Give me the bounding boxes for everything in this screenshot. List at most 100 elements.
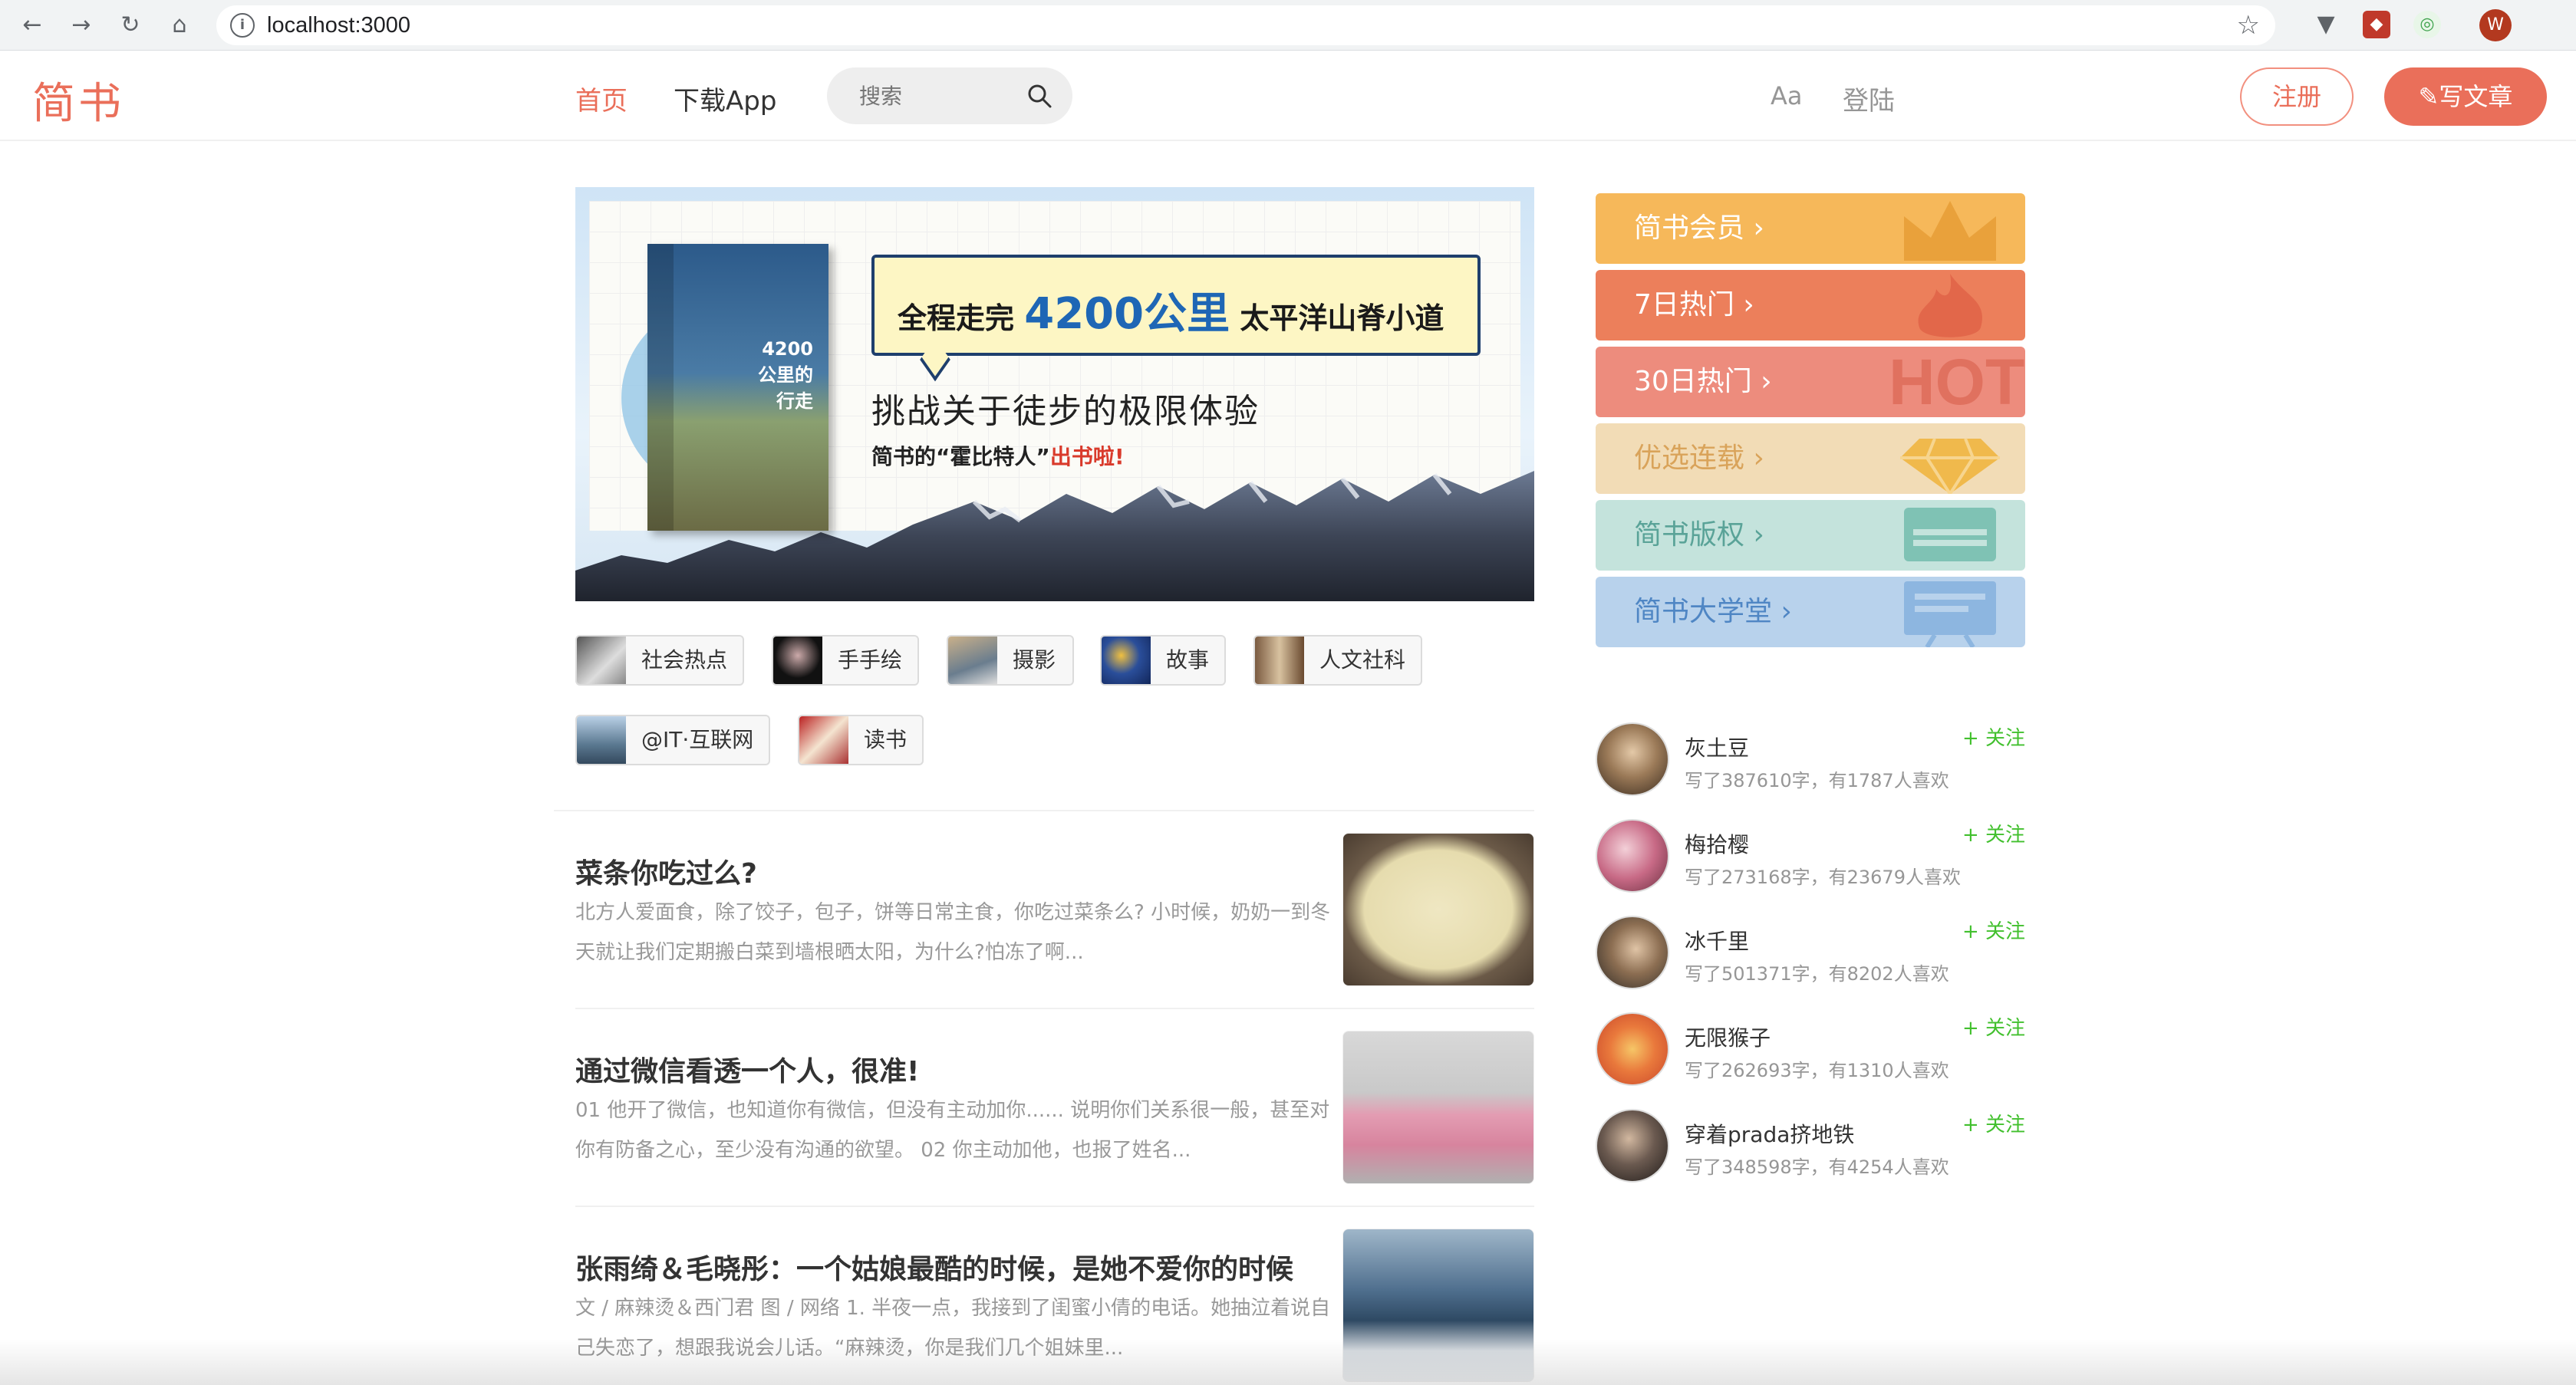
topic-tag-it-internet[interactable]: @IT·互联网 bbox=[575, 715, 770, 765]
author-stats: 写了501371字，有8202人喜欢 bbox=[1685, 963, 1949, 985]
login-link[interactable]: 登陆 bbox=[1843, 80, 1895, 117]
recommended-author[interactable]: 灰土豆 写了387610字，有1787人喜欢 + 关注 bbox=[1596, 722, 2025, 807]
author-name[interactable]: 灰土豆 bbox=[1685, 732, 1749, 762]
avatar[interactable] bbox=[1596, 1012, 1669, 1086]
topic-name: 手手绘 bbox=[838, 647, 903, 673]
register-button[interactable]: 注册 bbox=[2240, 67, 2354, 126]
topic-tag-humanities[interactable]: 人文社科 bbox=[1253, 635, 1422, 686]
bubble-headline: 全程走完 4200公里 太平洋山脊小道 bbox=[898, 279, 1444, 341]
topic-name: 故事 bbox=[1166, 647, 1210, 673]
book-cover-image: 4200 公里的 行走 bbox=[647, 244, 828, 531]
avatar[interactable] bbox=[1596, 916, 1669, 989]
pen-icon: ✎ bbox=[2418, 82, 2439, 111]
topic-thumbnail bbox=[1102, 637, 1151, 684]
list-divider bbox=[575, 1206, 1534, 1207]
bookmark-star-icon[interactable]: ☆ bbox=[2237, 10, 2260, 41]
topic-thumbnail bbox=[799, 716, 848, 764]
recommended-author[interactable]: 梅拾樱 写了273168字，有23679人喜欢 + 关注 bbox=[1596, 819, 2025, 903]
banner-tagline: 简书的“霍比特人”出书啦! bbox=[871, 440, 1125, 471]
search-box bbox=[827, 67, 1072, 124]
nav-home-link[interactable]: 首页 bbox=[575, 80, 628, 117]
author-name[interactable]: 冰千里 bbox=[1685, 925, 1749, 956]
topic-thumbnail bbox=[773, 637, 822, 684]
avatar[interactable] bbox=[1596, 819, 1669, 893]
board-link-member[interactable]: 简书会员 › bbox=[1596, 193, 2025, 264]
article-title[interactable]: 菜条你吃过么? bbox=[575, 851, 757, 891]
board-link-30day-hot[interactable]: 30日热门 › HOT bbox=[1596, 347, 2025, 417]
bubble-pre-text: 全程走完 bbox=[898, 301, 1015, 335]
browser-toolbar: ← → ↻ ⌂ i localhost:3000 ☆ ▼ ◆ ◎ W bbox=[0, 0, 2576, 51]
article-thumbnail[interactable] bbox=[1342, 1031, 1534, 1184]
red-extension-icon[interactable]: ◆ bbox=[2363, 11, 2390, 38]
reload-icon[interactable]: ↻ bbox=[115, 10, 146, 41]
recommended-author[interactable]: 穿着prada挤地铁 写了348598字，有4254人喜欢 + 关注 bbox=[1596, 1109, 2025, 1193]
forward-arrow-icon[interactable]: → bbox=[66, 10, 97, 41]
book-spine bbox=[647, 244, 674, 531]
board-link-copyright[interactable]: 简书版权 › bbox=[1596, 500, 2025, 571]
author-stats: 写了273168字，有23679人喜欢 bbox=[1685, 867, 1961, 888]
presentation-board-icon bbox=[1904, 581, 1996, 647]
board-link-serial[interactable]: 优选连载 › bbox=[1596, 423, 2025, 494]
board-label: 简书会员 › bbox=[1634, 212, 1764, 244]
topic-thumbnail bbox=[1255, 637, 1304, 684]
article-item[interactable]: 菜条你吃过么? 北方人爱面食，除了饺子，包子，饼等日常主食，你吃过菜条么? 小时… bbox=[575, 833, 1534, 986]
profile-avatar[interactable]: W bbox=[2479, 9, 2512, 41]
write-article-label: 写文章 bbox=[2439, 82, 2513, 111]
banner-tagline-highlight: 出书啦! bbox=[1049, 444, 1125, 469]
author-name[interactable]: 梅拾樱 bbox=[1685, 828, 1749, 859]
book-cover-title: 4200 公里的 行走 bbox=[758, 338, 813, 412]
search-icon[interactable] bbox=[1026, 83, 1052, 109]
board-label: 优选连载 › bbox=[1634, 442, 1764, 474]
board-link-7day-hot[interactable]: 7日热门 › bbox=[1596, 270, 2025, 340]
author-name[interactable]: 穿着prada挤地铁 bbox=[1685, 1118, 1854, 1149]
nav-download-app-link[interactable]: 下载App bbox=[674, 80, 776, 117]
author-stats: 写了348598字，有4254人喜欢 bbox=[1685, 1156, 1949, 1178]
list-divider bbox=[554, 810, 1534, 811]
topic-tag-social[interactable]: 社会热点 bbox=[575, 635, 744, 686]
topic-tag-handdrawn[interactable]: 手手绘 bbox=[772, 635, 919, 686]
article-title[interactable]: 通过微信看透一个人，很准! bbox=[575, 1049, 919, 1089]
url-text: localhost:3000 bbox=[267, 13, 411, 38]
banner-tagline-text: 简书的“霍比特人” bbox=[871, 444, 1050, 469]
follow-button[interactable]: + 关注 bbox=[1962, 722, 2025, 751]
back-arrow-icon[interactable]: ← bbox=[17, 10, 48, 41]
follow-button[interactable]: + 关注 bbox=[1962, 916, 2025, 944]
topic-name: 读书 bbox=[864, 727, 908, 752]
board-label: 简书版权 › bbox=[1634, 519, 1764, 551]
green-extension-icon[interactable]: ◎ bbox=[2413, 11, 2441, 38]
home-icon[interactable]: ⌂ bbox=[164, 10, 195, 41]
author-stats: 写了262693字，有1310人喜欢 bbox=[1685, 1060, 1949, 1081]
topic-tag-story[interactable]: 故事 bbox=[1100, 635, 1226, 686]
site-logo[interactable]: 简书 bbox=[32, 69, 124, 131]
topic-thumbnail bbox=[577, 716, 626, 764]
list-divider bbox=[575, 1008, 1534, 1009]
follow-button[interactable]: + 关注 bbox=[1962, 819, 2025, 847]
topic-tag-photography[interactable]: 摄影 bbox=[947, 635, 1074, 686]
recommended-author[interactable]: 无限猴子 写了262693字，有1310人喜欢 + 关注 bbox=[1596, 1012, 2025, 1097]
search-input[interactable] bbox=[859, 67, 1028, 124]
bubble-highlight-text: 4200公里 bbox=[1024, 289, 1230, 339]
topic-name: @IT·互联网 bbox=[641, 727, 754, 752]
article-thumbnail[interactable] bbox=[1342, 833, 1534, 986]
avatar[interactable] bbox=[1596, 722, 1669, 796]
board-link-university[interactable]: 简书大学堂 › bbox=[1596, 577, 2025, 647]
article-summary: 01 他开了微信，也知道你有微信，但没有主动加你...... 说明你们关系很一般… bbox=[575, 1099, 1330, 1162]
vue-devtools-extension-icon[interactable]: ▼ bbox=[2312, 11, 2340, 38]
font-size-toggle[interactable]: Aa bbox=[1771, 81, 1803, 110]
article-item[interactable]: 通过微信看透一个人，很准! 01 他开了微信，也知道你有微信，但没有主动加你..… bbox=[575, 1031, 1534, 1184]
topic-thumbnail bbox=[577, 637, 626, 684]
topic-name: 人文社科 bbox=[1319, 647, 1406, 673]
write-article-button[interactable]: ✎写文章 bbox=[2384, 67, 2547, 126]
recommended-author[interactable]: 冰千里 写了501371字，有8202人喜欢 + 关注 bbox=[1596, 916, 2025, 1000]
address-bar[interactable]: i localhost:3000 ☆ bbox=[216, 5, 2275, 45]
article-title[interactable]: 张雨绮＆毛晓彤：一个姑娘最酷的时候，是她不爱你的时候 bbox=[575, 1247, 1293, 1287]
author-name[interactable]: 无限猴子 bbox=[1685, 1021, 1771, 1052]
topic-name: 社会热点 bbox=[641, 647, 728, 673]
site-info-icon[interactable]: i bbox=[230, 13, 255, 38]
follow-button[interactable]: + 关注 bbox=[1962, 1012, 2025, 1041]
topic-tag-reading[interactable]: 读书 bbox=[798, 715, 924, 765]
follow-button[interactable]: + 关注 bbox=[1962, 1109, 2025, 1137]
promo-banner[interactable]: 4200 公里的 行走 全程走完 4200公里 太平洋山脊小道 挑战关于徒步的极限体… bbox=[575, 187, 1534, 601]
avatar[interactable] bbox=[1596, 1109, 1669, 1183]
bottom-shadow bbox=[0, 1339, 2576, 1385]
